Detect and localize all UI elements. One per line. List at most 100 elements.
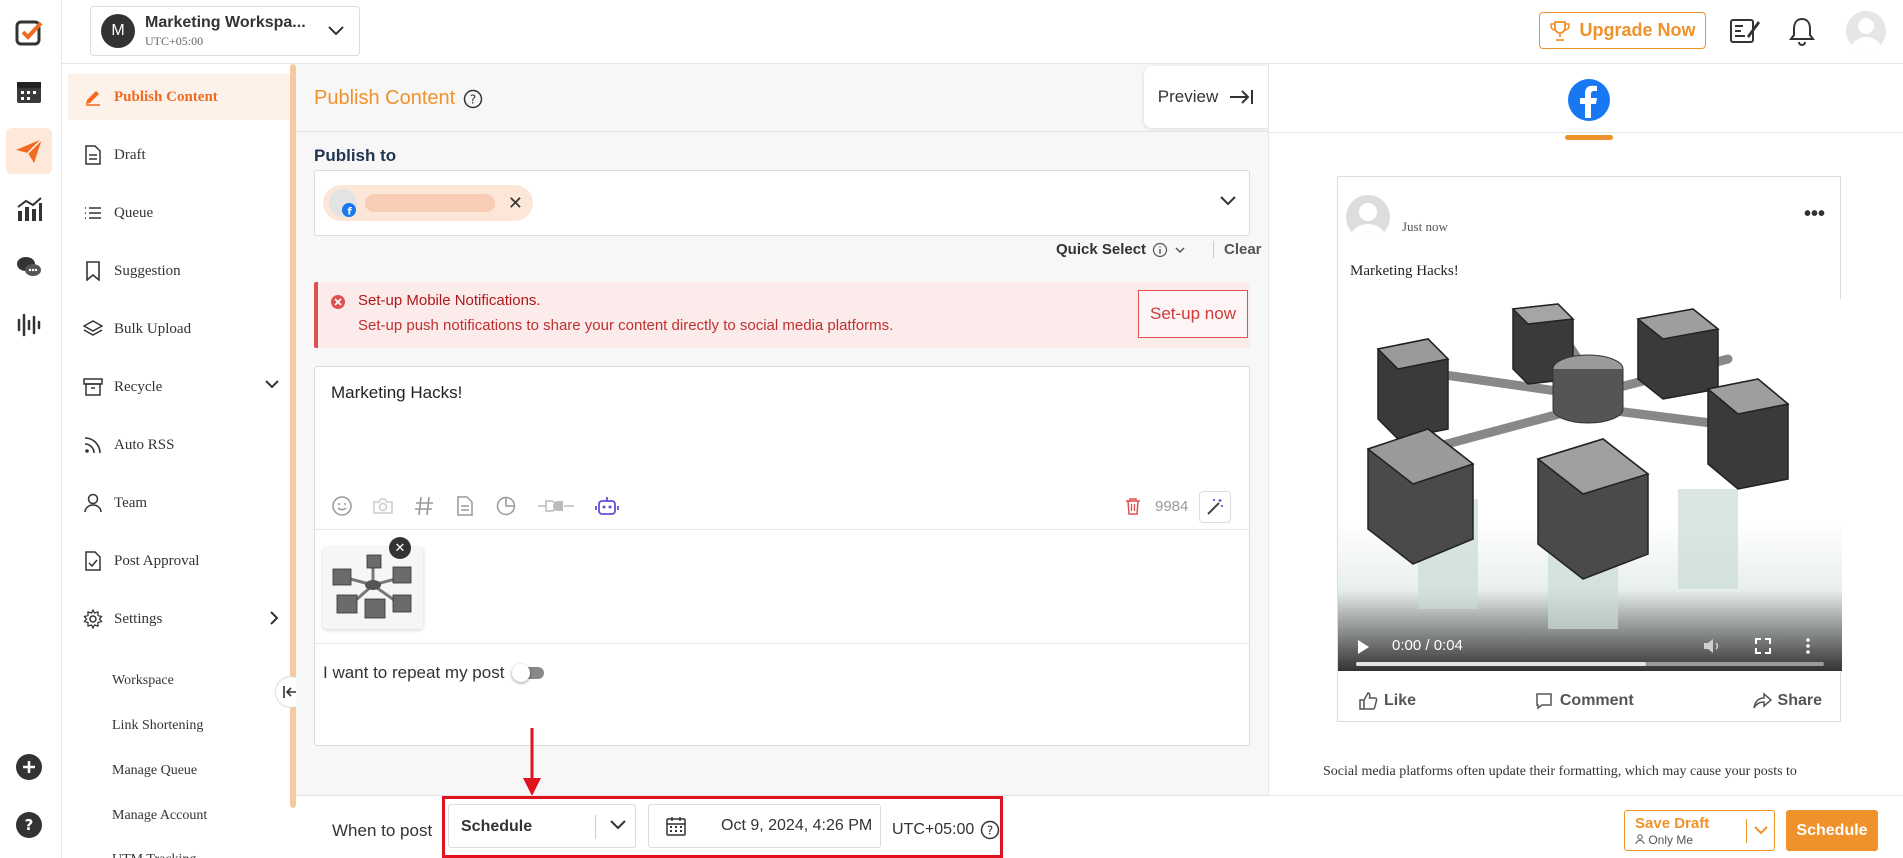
divider xyxy=(595,815,596,839)
app-logo-icon[interactable] xyxy=(6,10,52,56)
chevron-down-icon[interactable] xyxy=(1219,195,1237,207)
sidebar-item-label: Suggestion xyxy=(114,262,181,279)
sidebar-item-settings[interactable]: Settings xyxy=(68,596,290,642)
magic-wand-button[interactable] xyxy=(1199,491,1231,523)
chevron-down-icon xyxy=(328,26,344,36)
plugin-connector-icon[interactable] xyxy=(536,495,576,517)
sidebar-item-queue[interactable]: Queue xyxy=(68,190,290,236)
play-icon[interactable] xyxy=(1356,639,1370,655)
calendar-icon xyxy=(666,817,686,836)
timezone-indicator: UTC+05:00 ? xyxy=(892,820,1000,840)
more-vertical-icon[interactable] xyxy=(1804,637,1812,655)
sidebar-subitem-utm-tracking[interactable]: UTM Tracking xyxy=(112,852,196,858)
sidebar-item-publish-content[interactable]: Publish Content xyxy=(68,74,290,120)
sidebar-item-auto-rss[interactable]: Auto RSS xyxy=(68,422,290,468)
annotation-arrow-icon xyxy=(523,728,541,796)
sidebar-subitem-manage-queue[interactable]: Manage Queue xyxy=(112,763,197,779)
save-draft-button[interactable]: Save Draft Only Me xyxy=(1624,810,1775,851)
post-text-input[interactable]: Marketing Hacks! xyxy=(331,383,462,403)
rss-icon xyxy=(82,434,104,456)
sidebar-subitem-link-shortening[interactable]: Link Shortening xyxy=(112,718,203,734)
schedule-type-select[interactable]: Schedule xyxy=(448,804,636,848)
help-circle-icon[interactable]: ? xyxy=(980,820,1000,840)
chat-icon[interactable] xyxy=(6,244,52,290)
info-icon xyxy=(1152,242,1168,257)
fullscreen-icon[interactable] xyxy=(1754,637,1772,655)
post-editor: Marketing Hacks! 9984 ✕ I want to repeat… xyxy=(314,366,1250,746)
approval-document-icon xyxy=(82,550,104,572)
quick-select-label: Quick Select xyxy=(1056,241,1147,258)
add-icon[interactable] xyxy=(6,744,52,790)
char-counter: 9984 xyxy=(1125,497,1188,515)
sidebar-item-recycle[interactable]: Recycle xyxy=(68,364,290,410)
media-thumbnail[interactable] xyxy=(323,547,423,629)
hashtag-icon[interactable] xyxy=(413,495,435,517)
share-label: Share xyxy=(1777,692,1822,709)
analytics-icon[interactable] xyxy=(6,186,52,232)
sidebar-item-label: Recycle xyxy=(114,378,163,395)
schedule-button[interactable]: Schedule xyxy=(1786,810,1878,851)
robot-ai-icon[interactable] xyxy=(595,495,619,517)
chevron-down-icon[interactable] xyxy=(1753,825,1769,837)
sidebar-item-post-approval[interactable]: Post Approval xyxy=(68,538,290,584)
sidebar-item-label: Queue xyxy=(114,204,154,221)
panel-header: Publish Content ? Preview xyxy=(296,64,1268,132)
workspace-selector[interactable]: M Marketing Workspa... UTC+05:00 xyxy=(90,6,360,56)
setup-now-button[interactable]: Set-up now xyxy=(1138,290,1248,338)
paper-plane-icon[interactable] xyxy=(6,128,52,174)
clear-button[interactable]: Clear xyxy=(1213,241,1262,258)
tab-facebook[interactable] xyxy=(1565,78,1613,140)
sidebar-item-label: Draft xyxy=(114,146,146,163)
camera-icon[interactable] xyxy=(372,495,394,517)
sidebar-item-suggestion[interactable]: Suggestion xyxy=(68,248,290,294)
help-circle-icon[interactable]: ? xyxy=(463,89,483,109)
upgrade-now-button[interactable]: Upgrade Now xyxy=(1539,12,1706,49)
preview-toggle-button[interactable]: Preview xyxy=(1144,66,1268,128)
thumbs-up-icon xyxy=(1359,692,1378,710)
sidebar-item-bulk-upload[interactable]: Bulk Upload xyxy=(68,306,290,352)
editor-toolbar xyxy=(331,495,619,517)
redacted-account-name xyxy=(365,194,495,212)
save-draft-visibility-text: Only Me xyxy=(1648,833,1694,847)
waveform-icon[interactable] xyxy=(6,302,52,348)
repeat-post-toggle[interactable] xyxy=(512,664,545,682)
quick-select-dropdown[interactable]: Quick Select xyxy=(1056,241,1186,258)
document-icon xyxy=(82,144,104,166)
video-progress-bar[interactable] xyxy=(1356,662,1824,666)
bell-icon[interactable] xyxy=(1788,16,1816,46)
arrow-right-bar-icon xyxy=(1230,90,1254,104)
compose-note-icon[interactable] xyxy=(1729,16,1761,46)
account-selector[interactable]: f ✕ xyxy=(314,170,1250,236)
video-progress-fill xyxy=(1356,662,1647,666)
gear-icon xyxy=(82,608,104,630)
pie-chart-icon[interactable] xyxy=(495,495,517,517)
schedule-type-value: Schedule xyxy=(461,818,533,835)
workspace-name: Marketing Workspa... xyxy=(145,13,306,31)
remove-media-button[interactable]: ✕ xyxy=(389,537,411,559)
publish-panel: Publish Content ? Preview Publish to f ✕… xyxy=(296,64,1268,858)
facebook-icon xyxy=(1568,79,1610,121)
calendar-icon[interactable] xyxy=(6,68,52,114)
selected-account-chip[interactable]: f ✕ xyxy=(323,185,533,221)
more-options-icon[interactable]: ••• xyxy=(1804,203,1825,226)
document-icon[interactable] xyxy=(454,495,476,517)
svg-text:f: f xyxy=(347,207,352,218)
archive-icon xyxy=(82,376,104,398)
sidebar-subitem-manage-account[interactable]: Manage Account xyxy=(112,808,207,824)
sidebar-item-team[interactable]: Team xyxy=(68,480,290,526)
chevron-down-icon xyxy=(610,820,626,830)
help-icon[interactable]: ? xyxy=(6,802,52,848)
emoji-icon[interactable] xyxy=(331,495,353,517)
bottom-bar: When to post Schedule Oct 9, 2024, 4:26 … xyxy=(296,795,1903,858)
volume-icon[interactable] xyxy=(1702,637,1724,655)
trash-icon[interactable] xyxy=(1125,497,1141,515)
date-time-picker[interactable]: Oct 9, 2024, 4:26 PM xyxy=(648,804,881,848)
preview-video[interactable]: 0:00 / 0:04 xyxy=(1338,299,1842,671)
divider xyxy=(1746,819,1747,843)
remove-account-icon[interactable]: ✕ xyxy=(508,193,523,214)
user-avatar[interactable] xyxy=(1846,11,1886,51)
sidebar-subitem-workspace[interactable]: Workspace xyxy=(112,673,174,689)
sidebar-item-draft[interactable]: Draft xyxy=(68,132,290,178)
layers-icon xyxy=(82,318,104,340)
network-cubes-image xyxy=(323,547,423,629)
